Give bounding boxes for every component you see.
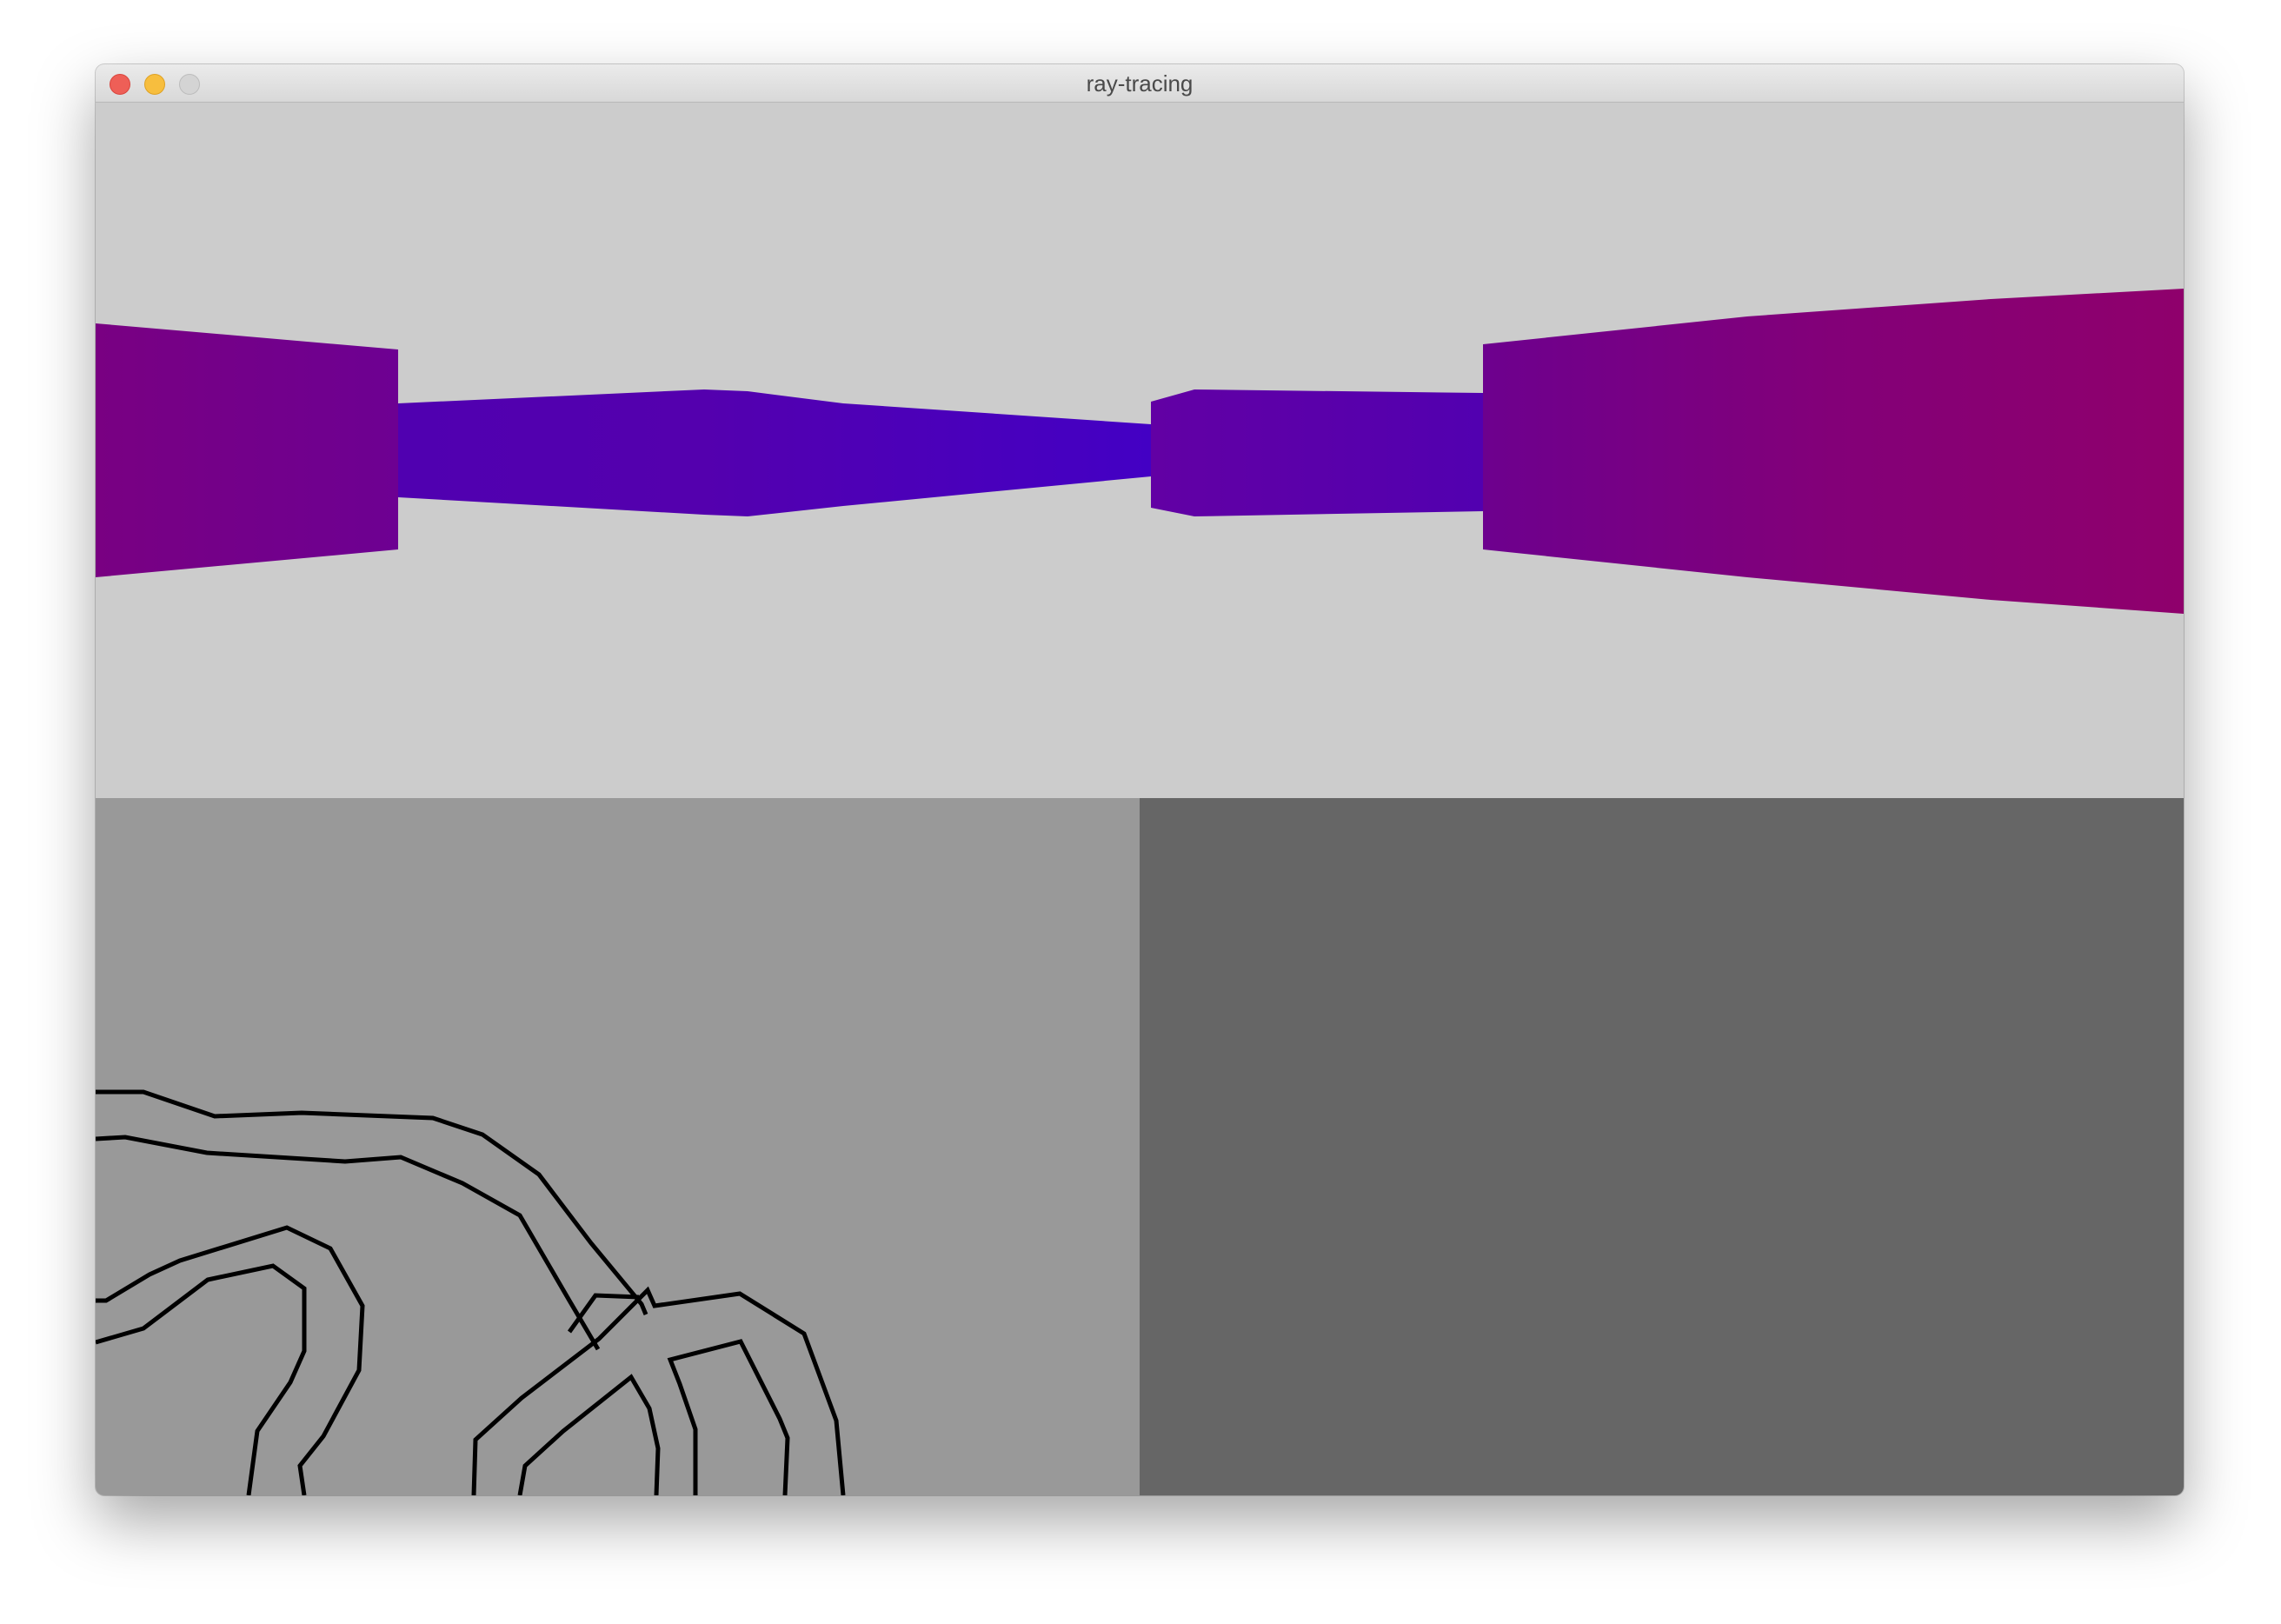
path-inner-loop [96, 1263, 307, 1495]
wall-segment-left [96, 323, 398, 577]
path-outer-loop [96, 1225, 365, 1495]
path-lower-inner [517, 1374, 661, 1495]
window-title: ray-tracing [1086, 70, 1194, 97]
wall-segment-right [1483, 289, 2184, 614]
title-bar[interactable]: ray-tracing [96, 64, 2184, 103]
wall-segment-center [398, 389, 1151, 516]
map-panel[interactable] [96, 798, 1140, 1495]
path-outer-top [96, 1089, 648, 1315]
render-viewport[interactable] [96, 103, 2184, 798]
path-lower-mid [667, 1339, 790, 1495]
app-window: ray-tracing [96, 64, 2184, 1495]
map-canvas [96, 1089, 846, 1495]
wall-segment-middle [1151, 389, 1483, 516]
secondary-panel[interactable] [1140, 798, 2184, 1495]
render-canvas [96, 289, 2184, 614]
path-inner-top [96, 1135, 601, 1351]
player-marker [567, 1293, 640, 1334]
